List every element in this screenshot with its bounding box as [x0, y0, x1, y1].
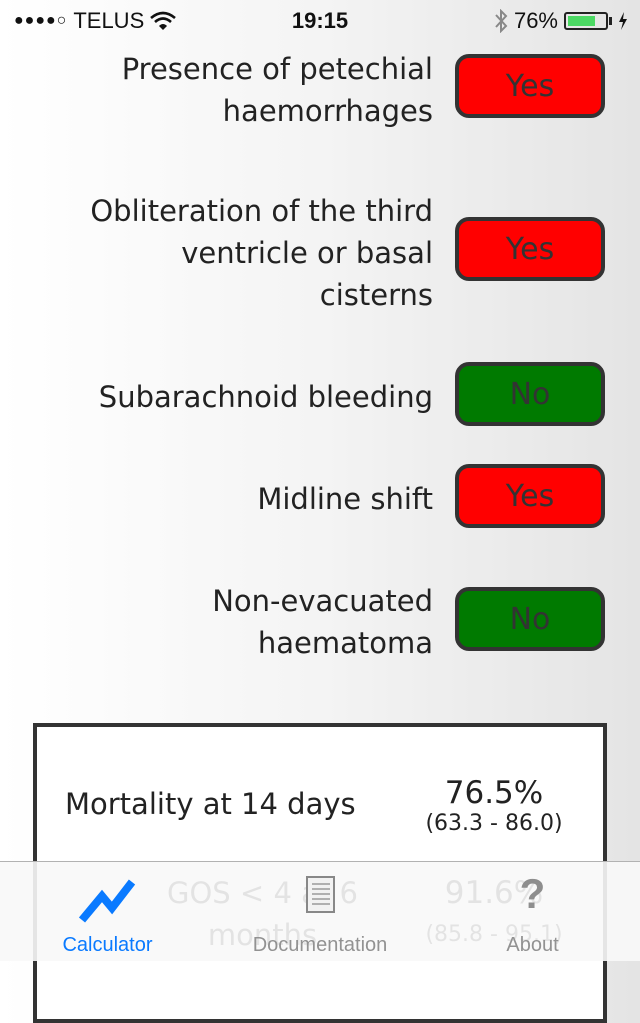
- result-label: Mortality at 14 days: [65, 787, 356, 821]
- question-mark-icon: ?: [519, 870, 546, 917]
- charging-bolt-icon: [619, 12, 627, 30]
- criterion-label: Non-evacuated haematoma: [212, 584, 433, 660]
- criterion-label: Presence of petechial haemorrhages: [121, 52, 433, 128]
- tab-calculator[interactable]: Calculator: [20, 862, 195, 961]
- obliteration-toggle[interactable]: Yes: [455, 217, 605, 281]
- tab-bar: Calculator Documentation ? About: [0, 861, 640, 961]
- result-value: 76.5% (63.3 - 86.0): [425, 775, 563, 836]
- bluetooth-icon: [495, 9, 508, 33]
- battery-nub: [609, 17, 612, 25]
- midline-shift-toggle[interactable]: Yes: [455, 464, 605, 528]
- subarachnoid-toggle[interactable]: No: [455, 362, 605, 426]
- notebook-icon: [306, 876, 335, 913]
- status-bar: ●●●●○ TELUS 19:15 76%: [0, 0, 640, 40]
- tab-about[interactable]: ? About: [470, 862, 595, 961]
- chart-line-icon: [78, 879, 135, 923]
- haematoma-toggle[interactable]: No: [455, 587, 605, 651]
- petechial-toggle[interactable]: Yes: [455, 54, 605, 118]
- battery-icon: [564, 12, 608, 30]
- tab-documentation[interactable]: Documentation: [230, 862, 410, 961]
- battery-percent: 76%: [513, 8, 558, 33]
- criterion-label: Obliteration of the third ventricle or b…: [90, 194, 433, 312]
- criterion-label: Subarachnoid bleeding: [98, 380, 433, 414]
- criterion-label: Midline shift: [257, 482, 433, 516]
